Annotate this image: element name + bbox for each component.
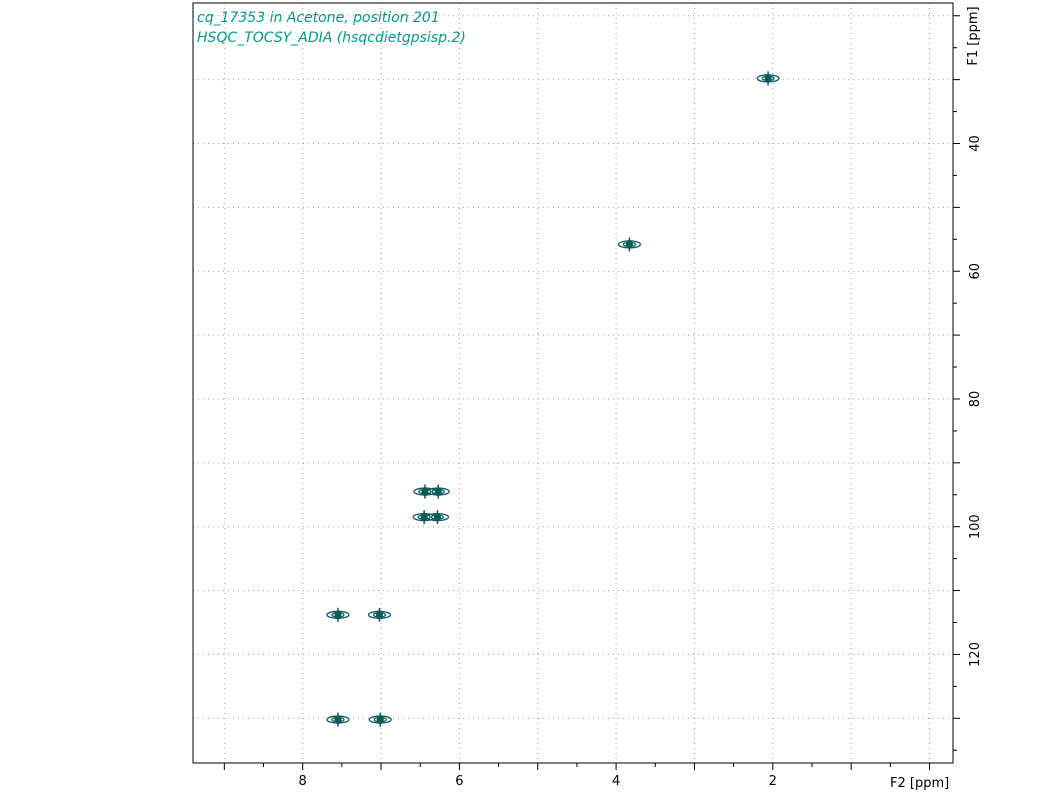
grid-lines xyxy=(193,3,953,763)
y-tick-label: 80 xyxy=(968,391,983,408)
x-tick-label: 2 xyxy=(769,774,777,789)
x-axis-ticks: 8 6 4 2 xyxy=(223,763,930,789)
cross-peak xyxy=(326,607,350,622)
y-axis-label: F1 [ppm] xyxy=(966,6,981,65)
x-axis-label: F2 [ppm] xyxy=(890,776,949,791)
nmr-spectrum-plot: 8 6 4 2 40 60 80 100 120 cq_17353 in Acetone, p… xyxy=(192,2,983,791)
cross-peak xyxy=(326,712,350,727)
x-tick-label: 4 xyxy=(612,774,620,789)
title-line-2: HSQC_TOCSY_ADIA (hsqcdietgpsisp.2) xyxy=(197,30,466,46)
y-axis-ticks: 40 60 80 100 120 xyxy=(953,15,983,751)
cross-peak xyxy=(617,237,642,252)
title-line-1: cq_17353 in Acetone, position 201 xyxy=(197,10,440,26)
x-tick-label: 6 xyxy=(455,774,463,789)
y-tick-label: 120 xyxy=(968,642,983,667)
y-tick-label: 100 xyxy=(968,514,983,539)
y-tick-label: 60 xyxy=(968,263,983,280)
cross-peak xyxy=(367,607,392,622)
y-tick-label: 40 xyxy=(968,135,983,152)
cross-peak xyxy=(756,71,780,86)
plot-frame xyxy=(192,2,954,764)
x-tick-label: 8 xyxy=(299,774,307,789)
cross-peak xyxy=(368,712,392,727)
